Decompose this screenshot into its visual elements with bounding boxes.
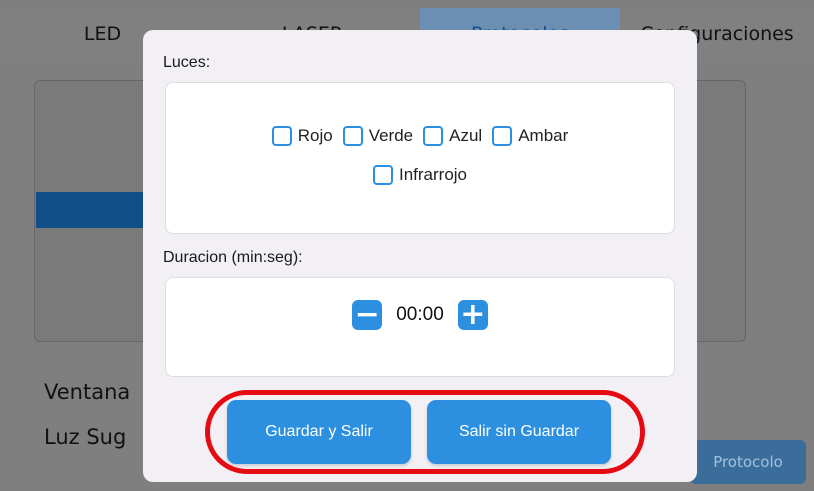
- checkbox-label: Verde: [368, 126, 414, 145]
- background-text-luz: Luz Sug: [44, 425, 127, 449]
- lights-row-1: Rojo Verde Azul Ambar: [166, 126, 674, 146]
- minus-button[interactable]: −: [352, 297, 383, 332]
- protocol-button[interactable]: Protocolo: [690, 440, 806, 484]
- highlight-annotation: [205, 390, 645, 474]
- checkbox-label: Ambar: [518, 126, 569, 145]
- checkbox-infrarrojo[interactable]: Infrarrojo: [372, 165, 468, 185]
- background-text-ventana: Ventana: [44, 380, 131, 404]
- lights-label: Luces:: [163, 54, 211, 71]
- checkbox-rojo[interactable]: Rojo: [271, 126, 333, 146]
- lights-box: Rojo Verde Azul Ambar Infrarrojo: [165, 82, 675, 234]
- duration-value: 00:00: [396, 304, 444, 325]
- checkbox-ambar[interactable]: Ambar: [492, 126, 568, 146]
- checkbox-square-icon[interactable]: [423, 126, 444, 146]
- plus-icon: +: [460, 297, 486, 332]
- duration-label: Duracion (min:seg):: [163, 249, 303, 266]
- lights-row-2: Infrarrojo: [166, 165, 674, 185]
- duration-stepper: − 00:00 +: [166, 300, 674, 330]
- checkbox-square-icon[interactable]: [342, 126, 363, 146]
- checkbox-label: Azul: [449, 126, 483, 145]
- duration-box: − 00:00 +: [165, 277, 675, 377]
- checkbox-square-icon[interactable]: [372, 165, 393, 185]
- checkbox-square-icon[interactable]: [271, 126, 292, 146]
- checkbox-label: Infrarrojo: [398, 165, 468, 184]
- checkbox-azul[interactable]: Azul: [423, 126, 482, 146]
- checkbox-square-icon[interactable]: [492, 126, 513, 146]
- checkbox-verde[interactable]: Verde: [342, 126, 414, 146]
- minus-icon: −: [354, 297, 380, 332]
- checkbox-label: Rojo: [297, 126, 333, 145]
- plus-button[interactable]: +: [457, 297, 488, 332]
